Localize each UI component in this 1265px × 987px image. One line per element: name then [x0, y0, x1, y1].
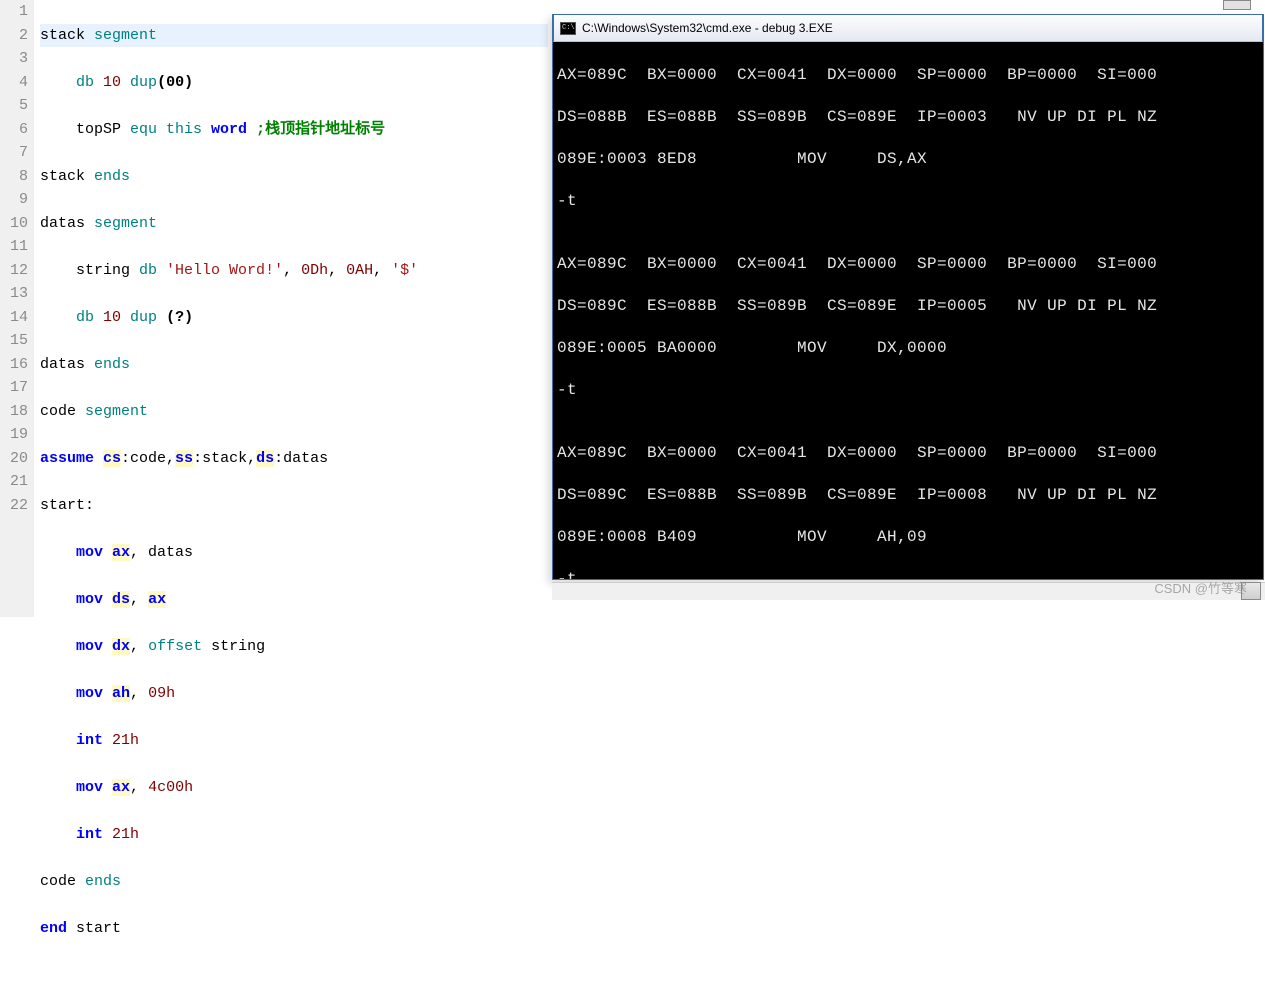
line-number: 15: [0, 329, 28, 353]
code-line[interactable]: mov dx, offset string: [40, 635, 548, 659]
line-number: 13: [0, 282, 28, 306]
line-number: 20: [0, 447, 28, 471]
code-line[interactable]: int 21h: [40, 729, 548, 753]
line-number: 9: [0, 188, 28, 212]
code-area[interactable]: stack segment db 10 dup(00) topSP equ th…: [34, 0, 548, 617]
console-line: -t: [557, 380, 1259, 401]
console-line: DS=089C ES=088B SS=089B CS=089E IP=0008 …: [557, 485, 1259, 506]
line-number: 11: [0, 235, 28, 259]
console-line: 089E:0003 8ED8 MOV DS,AX: [557, 149, 1259, 170]
close-button-fragment[interactable]: [1223, 0, 1251, 10]
watermark-text: CSDN @竹等寒: [1154, 578, 1247, 597]
code-line[interactable]: mov ds, ax: [40, 588, 548, 612]
console-line: AX=089C BX=0000 CX=0041 DX=0000 SP=0000 …: [557, 443, 1259, 464]
cmd-title: C:\Windows\System32\cmd.exe - debug 3.EX…: [582, 21, 833, 35]
line-number: 18: [0, 400, 28, 424]
code-line[interactable]: mov ax, datas: [40, 541, 548, 565]
code-line[interactable]: code ends: [40, 870, 548, 894]
line-number-gutter: 1 2 3 4 5 6 7 8 9 10 11 12 13 14 15 16 1…: [0, 0, 34, 617]
line-number: 4: [0, 71, 28, 95]
code-line[interactable]: end start: [40, 917, 548, 941]
line-number: 2: [0, 24, 28, 48]
cmd-window[interactable]: C:\Windows\System32\cmd.exe - debug 3.EX…: [552, 14, 1264, 580]
console-line: -t: [557, 191, 1259, 212]
code-line[interactable]: stack ends: [40, 165, 548, 189]
line-number: 22: [0, 494, 28, 518]
cmd-console[interactable]: AX=089C BX=0000 CX=0041 DX=0000 SP=0000 …: [553, 42, 1263, 579]
cmd-icon: [560, 22, 576, 35]
line-number: 21: [0, 470, 28, 494]
line-number: 7: [0, 141, 28, 165]
code-line[interactable]: assume cs:code,ss:stack,ds:datas: [40, 447, 548, 471]
console-line: 089E:0005 BA0000 MOV DX,0000: [557, 338, 1259, 359]
code-line[interactable]: mov ah, 09h: [40, 682, 548, 706]
code-line[interactable]: string db 'Hello Word!', 0Dh, 0AH, '$': [40, 259, 548, 283]
code-line[interactable]: int 21h: [40, 823, 548, 847]
code-line[interactable]: datas ends: [40, 353, 548, 377]
console-line: DS=088B ES=088B SS=089B CS=089E IP=0003 …: [557, 107, 1259, 128]
cmd-titlebar[interactable]: C:\Windows\System32\cmd.exe - debug 3.EX…: [553, 14, 1263, 42]
code-line[interactable]: stack segment: [40, 24, 548, 48]
console-line: DS=089C ES=088B SS=089B CS=089E IP=0005 …: [557, 296, 1259, 317]
code-line[interactable]: topSP equ this word ;栈顶指针地址标号: [40, 118, 548, 142]
code-line[interactable]: db 10 dup (?): [40, 306, 548, 330]
code-line[interactable]: datas segment: [40, 212, 548, 236]
line-number: 3: [0, 47, 28, 71]
line-number: 17: [0, 376, 28, 400]
line-number: 10: [0, 212, 28, 236]
line-number: 6: [0, 118, 28, 142]
line-number: 8: [0, 165, 28, 189]
code-line[interactable]: mov ax, 4c00h: [40, 776, 548, 800]
code-line[interactable]: db 10 dup(00): [40, 71, 548, 95]
console-line: AX=089C BX=0000 CX=0041 DX=0000 SP=0000 …: [557, 65, 1259, 86]
line-number: 14: [0, 306, 28, 330]
code-line[interactable]: code segment: [40, 400, 548, 424]
line-number: 12: [0, 259, 28, 283]
line-number: 5: [0, 94, 28, 118]
line-number: 16: [0, 353, 28, 377]
console-line: 089E:0008 B409 MOV AH,09: [557, 527, 1259, 548]
code-editor[interactable]: 1 2 3 4 5 6 7 8 9 10 11 12 13 14 15 16 1…: [0, 0, 548, 617]
line-number: 1: [0, 0, 28, 24]
console-line: AX=089C BX=0000 CX=0041 DX=0000 SP=0000 …: [557, 254, 1259, 275]
line-number: 19: [0, 423, 28, 447]
code-line[interactable]: start:: [40, 494, 548, 518]
